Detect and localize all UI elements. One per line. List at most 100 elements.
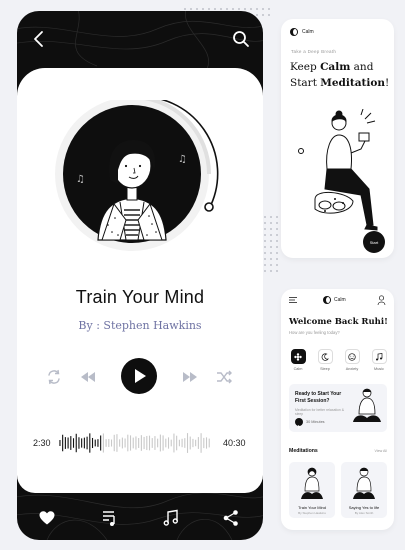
- shuffle-icon[interactable]: [215, 368, 233, 386]
- waveform-bar: [72, 438, 75, 448]
- waveform-bar: [62, 434, 64, 452]
- waveform-bar: [157, 438, 159, 448]
- session-subtitle: Meditation for better relaxation & sleep: [295, 408, 345, 416]
- waveform-bar: [89, 433, 91, 453]
- waveform-bar: [70, 436, 72, 450]
- waveform-bar: [64, 437, 66, 449]
- bottom-nav: [17, 501, 263, 540]
- player-screen: ♫ ♫ Train Your Mind By : Stephen Hawkins: [17, 11, 263, 540]
- music-note-icon[interactable]: [162, 509, 180, 527]
- elapsed-time: 2:30: [33, 438, 51, 448]
- meditation-subtitle: By Alex Smith: [354, 511, 374, 515]
- total-time: 40:30: [223, 438, 246, 448]
- waveform-bar: [178, 439, 180, 447]
- moon-icon: [321, 352, 329, 361]
- waveform-bar: [146, 435, 148, 451]
- playback-controls: [17, 358, 263, 398]
- play-icon: [135, 369, 146, 383]
- app-logo: Calm: [323, 296, 346, 304]
- repeat-icon[interactable]: [45, 368, 63, 386]
- category-music[interactable]: Music: [370, 349, 388, 371]
- session-play-button[interactable]: [295, 418, 303, 429]
- audio-waveform-scrubber[interactable]: [59, 428, 211, 458]
- waveform-bar: [192, 438, 194, 448]
- meditation-title: Train Your Mind: [298, 505, 326, 510]
- waveform-bar: [167, 437, 170, 449]
- meditation-card[interactable]: Saying Yes to life By Alex Smith: [341, 462, 387, 518]
- play-icon: [298, 425, 301, 429]
- decorative-dots: [262, 214, 280, 274]
- waveform-bar: [203, 437, 205, 449]
- waveform-bar: [186, 433, 189, 453]
- category-sleep[interactable]: Sleep: [316, 349, 334, 371]
- waveform-bar: [86, 436, 88, 450]
- waveform-bar: [173, 433, 175, 453]
- waveform-bar: [91, 437, 94, 449]
- rewind-icon[interactable]: [79, 368, 97, 386]
- share-icon[interactable]: [222, 509, 240, 527]
- search-icon[interactable]: [231, 29, 251, 49]
- waveform-bar: [184, 438, 186, 448]
- start-button[interactable]: Start: [363, 231, 385, 253]
- waveform-bar: [81, 438, 83, 448]
- feeling-question: How are you feeling today?: [289, 330, 340, 335]
- waveform-bar: [113, 434, 115, 452]
- waveform-bar: [154, 436, 156, 450]
- first-session-card[interactable]: Ready to Start Your First Session? Medit…: [289, 384, 387, 432]
- waveform-bar: [143, 436, 145, 450]
- waveform-bar: [83, 437, 85, 449]
- meditating-man-illustration: [353, 388, 381, 422]
- man-illustration: [353, 467, 375, 499]
- waveform-bar: [119, 439, 121, 447]
- waveform-bar: [59, 440, 61, 446]
- home-screen: Calm Welcome Back Ruhi! How are you feel…: [281, 289, 394, 530]
- waveform-bar: [67, 437, 69, 449]
- view-all-link[interactable]: View All: [374, 449, 387, 453]
- heart-icon[interactable]: [38, 509, 56, 527]
- onboarding-headline: Keep Calm and Start Meditation!: [290, 61, 390, 89]
- waveform-bar: [176, 435, 178, 451]
- waveform-bar: [127, 434, 129, 452]
- playlist-icon[interactable]: [101, 509, 119, 527]
- svg-text:♫: ♫: [178, 154, 187, 165]
- waveform-bar: [159, 434, 161, 452]
- category-calm[interactable]: Calm: [289, 349, 307, 371]
- waveform-bar: [181, 438, 183, 448]
- calm-logo-icon: [290, 28, 298, 36]
- album-art: ♫ ♫: [55, 100, 219, 251]
- woman-illustration: [301, 467, 323, 499]
- waveform-bar: [200, 433, 202, 453]
- app-logo: Calm: [290, 27, 314, 37]
- meditation-subtitle: By Stephen Hawkins: [298, 511, 326, 515]
- now-playing-card: ♫ ♫ Train Your Mind By : Stephen Hawkins: [17, 68, 263, 493]
- meditation-card[interactable]: Train Your Mind By Stephen Hawkins: [289, 462, 335, 518]
- waveform-bar: [170, 439, 172, 447]
- reading-woman-illustration: [298, 109, 378, 231]
- waveform-bar: [189, 436, 191, 450]
- menu-icon[interactable]: [289, 297, 297, 303]
- waveform-bar: [78, 437, 80, 449]
- music-note-icon: [376, 352, 383, 360]
- waveform-bar: [108, 438, 110, 448]
- player-top-bar: [17, 11, 263, 63]
- flower-icon: [294, 352, 302, 361]
- waveform-bar: [135, 436, 137, 450]
- waveform-bar: [124, 438, 126, 448]
- waveform-bar: [140, 435, 142, 451]
- category-anxiety[interactable]: Anxiety: [343, 349, 361, 371]
- svg-text:♫: ♫: [76, 174, 85, 185]
- waveform-bar: [110, 439, 113, 447]
- avatar[interactable]: [377, 295, 386, 305]
- onboarding-screen: Calm Take a Deep Breath Keep Calm and St…: [281, 19, 394, 258]
- play-button[interactable]: [121, 358, 157, 394]
- calm-logo-icon: [323, 296, 331, 304]
- waveform-bar: [205, 437, 208, 449]
- waveform-bar: [102, 433, 104, 453]
- waveform-bar: [148, 435, 151, 451]
- meditation-title: Saying Yes to life: [348, 505, 380, 510]
- smile-icon: [348, 352, 356, 361]
- fast-forward-icon[interactable]: [181, 368, 199, 386]
- back-arrow-icon[interactable]: [29, 29, 49, 49]
- waveform-bar: [116, 434, 118, 452]
- waveform-bar: [195, 439, 197, 447]
